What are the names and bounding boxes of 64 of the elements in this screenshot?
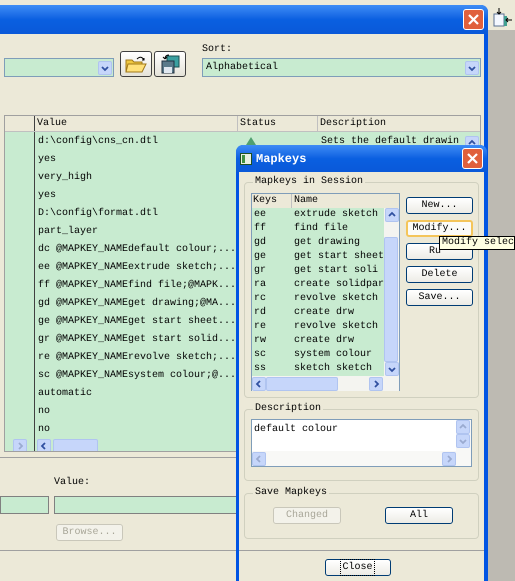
group-title: Description — [253, 403, 324, 415]
button[interactable]: New... — [406, 197, 473, 214]
button[interactable]: All — [385, 507, 453, 524]
scrollbar-thumb[interactable] — [266, 376, 338, 390]
column-header[interactable]: Keys — [252, 194, 292, 208]
table-cell-text: yes — [37, 188, 58, 202]
table-cell-text: no — [37, 422, 52, 436]
table-cell-text: dc @MAPKEY_NAMEdefault colour;... — [37, 242, 238, 256]
input-field[interactable] — [0, 496, 49, 514]
table-cell-text: sc @MAPKEY_NAMEsystem colour;@... — [37, 368, 238, 382]
tooltip: Modify selec — [438, 236, 515, 250]
table-cell-text: gd @MAPKEY_NAMEget drawing;@MA... — [37, 296, 238, 310]
list-item[interactable]: sc system colour — [252, 348, 384, 362]
scrollbar-thumb[interactable] — [384, 237, 398, 362]
close-icon — [467, 153, 478, 164]
table-cell-text: automatic — [37, 386, 94, 400]
table-cell-text: gr @MAPKEY_NAMEget start solid... — [37, 332, 238, 346]
floppy-disk-icon — [159, 54, 181, 74]
list-item[interactable]: gr get start soli — [252, 264, 384, 278]
table-cell-text: ee @MAPKEY_NAMEextrude sketch;... — [37, 260, 238, 274]
group-title: Mapkeys in Session — [253, 176, 366, 188]
list-item[interactable]: re revolve sketch — [252, 320, 384, 334]
folder-icon — [125, 55, 147, 73]
table-cell-text: yes — [37, 152, 58, 166]
button[interactable]: Modify... — [406, 220, 473, 237]
list-item[interactable]: ra create solidpar — [252, 278, 384, 292]
list-item[interactable]: gd get drawing — [252, 236, 384, 250]
list-item[interactable]: rd create drw — [252, 306, 384, 320]
group-title: Save Mapkeys — [253, 487, 330, 499]
dialog-title: Mapkeys — [256, 150, 308, 168]
table-cell-text: ff @MAPKEY_NAMEfind file;@MAPK... — [37, 278, 238, 292]
scrollbar[interactable] — [384, 208, 399, 376]
sort-dropdown[interactable]: Alphabetical — [202, 58, 481, 77]
close-icon — [468, 14, 479, 25]
table-cell-text: ge @MAPKEY_NAMEget start sheet... — [37, 314, 238, 328]
button[interactable]: Close — [324, 559, 390, 576]
value-label: Value: — [54, 477, 90, 488]
column-header[interactable]: Description — [318, 116, 480, 131]
button[interactable]: Save... — [406, 289, 473, 306]
column-header[interactable]: Value — [35, 116, 238, 131]
open-button[interactable] — [120, 51, 152, 77]
table-cell-text: Sets the default drawin — [320, 134, 460, 148]
close-button[interactable] — [463, 9, 484, 30]
list-item[interactable]: rc revolve sketch — [252, 292, 384, 306]
window-icon — [240, 152, 252, 164]
list-item[interactable]: ff find file — [252, 222, 384, 236]
list-item[interactable]: ss sketch sketch — [252, 362, 384, 376]
list-item[interactable]: rw create drw — [252, 334, 384, 348]
table-cell-text: no — [37, 404, 52, 418]
table-cell-text: d:\config\cns_cn.dtl — [37, 134, 160, 148]
table-cell-text: part_layer — [37, 224, 100, 238]
close-button[interactable] — [462, 148, 483, 169]
table-cell-text: re @MAPKEY_NAMErevolve sketch;... — [37, 350, 238, 364]
scrollbar-thumb[interactable] — [53, 439, 98, 451]
list-item[interactable]: ge get start sheet — [252, 250, 384, 264]
list-item[interactable]: ee extrude sketch — [252, 208, 384, 222]
table-cell-text: D:\config\format.dtl — [37, 206, 160, 220]
table-cell-text: very_high — [37, 170, 94, 184]
column-header[interactable]: Status — [238, 116, 318, 131]
button[interactable]: Delete — [406, 266, 473, 283]
column-header[interactable]: Name — [292, 194, 399, 208]
sort-label: Sort: — [202, 45, 234, 55]
document-icon — [492, 8, 512, 28]
save-button[interactable] — [154, 51, 186, 77]
